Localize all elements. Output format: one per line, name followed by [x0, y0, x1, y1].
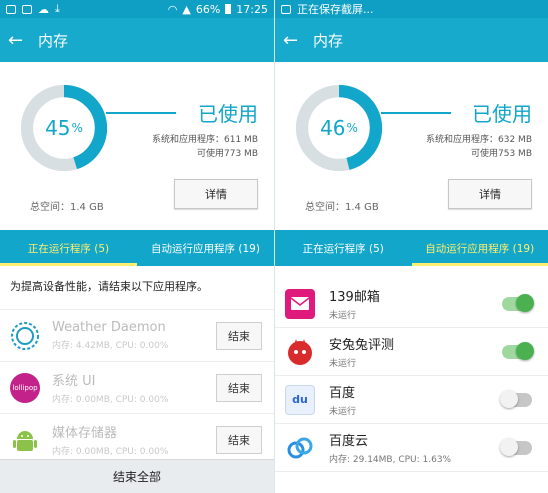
system-memory-text: 系统和应用程序：632 MB — [426, 135, 532, 145]
wifi-icon: ◠ — [167, 2, 178, 16]
back-arrow-icon[interactable]: ← — [8, 30, 30, 51]
autostart-toggle[interactable] — [502, 293, 534, 312]
list-item: Weather Daemon 内存: 4.42MB, CPU: 0.00% 结束 — [0, 310, 274, 362]
app-usage: 内存: 4.42MB, CPU: 0.00% — [52, 341, 169, 351]
app-bar: ← 内存 — [275, 18, 548, 62]
details-button[interactable]: 详情 — [174, 179, 258, 209]
download-icon: ⤓ — [55, 2, 60, 15]
toggle-knob — [500, 437, 518, 456]
autostart-toggle[interactable] — [502, 341, 534, 360]
autostart-list: 139邮箱 未运行 安兔兔评测 未运行 du 百度 未运行 百度云 内存: 29… — [275, 266, 548, 472]
used-label: 已使用 — [198, 102, 258, 126]
gallery-icon — [6, 4, 16, 14]
memory-summary: 45% 已使用 系统和应用程序：611 MB 可使用773 MB 总空间：1.4… — [0, 62, 274, 230]
used-percent-value: 45 — [45, 116, 71, 140]
list-item: lollipop 系统 UI 内存: 0.00MB, CPU: 0.00% 结束 — [0, 362, 274, 414]
autostart-toggle[interactable] — [500, 389, 532, 408]
system-memory-text: 系统和应用程序：611 MB — [152, 135, 258, 145]
end-all-button[interactable]: 结束全部 — [0, 459, 274, 493]
total-space-text: 总空间：1.4 GB — [305, 202, 379, 213]
android-icon — [8, 423, 42, 457]
used-percent-value: 46 — [320, 116, 346, 140]
end-button[interactable]: 结束 — [216, 373, 262, 402]
memory-screen-autostart: 正在保存截屏... ← 内存 46% 已使用 系统和应用程序：632 MB 可使… — [274, 0, 548, 493]
details-button[interactable]: 详情 — [448, 179, 532, 209]
app-name: 139邮箱 — [329, 290, 380, 305]
baidu-icon: du — [285, 384, 315, 415]
app-usage: 内存: 0.00MB, CPU: 0.00% — [52, 395, 169, 405]
list-item: 百度云 内存: 29.14MB, CPU: 1.63% — [275, 424, 548, 472]
mail-139-icon — [285, 288, 315, 319]
available-memory-text: 可使用753 MB — [471, 149, 532, 159]
end-button[interactable]: 结束 — [216, 321, 262, 350]
memory-screen-running: ☁ ⤓ ◠ ▲ 66% 17:25 ← 内存 45% 已使用 系统和应用程序：6… — [0, 0, 274, 493]
page-title: 内存 — [38, 31, 69, 50]
available-memory-text: 可使用773 MB — [197, 149, 258, 159]
hint-text: 为提高设备性能，请结束以下应用程序。 — [0, 266, 274, 310]
lollipop-badge: lollipop — [10, 372, 40, 403]
used-percent: 46% — [295, 84, 383, 172]
app-name: 百度 — [329, 386, 356, 401]
memory-tabs: 正在运行程序 (5) 自动运行应用程序 (19) — [0, 230, 274, 266]
app-status: 未运行 — [329, 359, 357, 369]
tab-autostart[interactable]: 自动运行应用程序 (19) — [411, 230, 548, 266]
used-connector-line — [106, 112, 176, 114]
status-text: 正在保存截屏... — [297, 3, 374, 16]
app-name: Weather Daemon — [52, 320, 166, 335]
app-usage: 内存: 0.00MB, CPU: 0.00% — [52, 447, 169, 457]
app-status: 未运行 — [329, 311, 357, 321]
memory-summary: 46% 已使用 系统和应用程序：632 MB 可使用753 MB 总空间：1.4… — [275, 62, 548, 230]
weather-daemon-icon — [8, 319, 42, 353]
lollipop-icon: lollipop — [8, 371, 42, 405]
status-bar: 正在保存截屏... — [275, 0, 548, 18]
clock: 17:25 — [236, 2, 268, 16]
image-icon — [22, 4, 32, 14]
screenshot-icon — [281, 4, 291, 14]
baidu-cloud-icon — [285, 433, 315, 463]
total-space-text: 总空间：1.4 GB — [30, 202, 104, 213]
list-item: du 百度 未运行 — [275, 376, 548, 424]
list-item: 139邮箱 未运行 — [275, 280, 548, 328]
tab-running[interactable]: 正在运行程序 (5) — [275, 230, 412, 266]
back-arrow-icon[interactable]: ← — [283, 30, 305, 51]
memory-tabs: 正在运行程序 (5) 自动运行应用程序 (19) — [275, 230, 548, 266]
app-name: 百度云 — [329, 434, 369, 449]
used-connector-line — [381, 112, 451, 114]
app-status: 内存: 29.14MB, CPU: 1.63% — [329, 455, 452, 465]
app-bar: ← 内存 — [0, 18, 274, 62]
percent-sign: % — [346, 121, 358, 135]
end-button[interactable]: 结束 — [216, 425, 262, 454]
percent-sign: % — [71, 121, 83, 135]
toggle-knob — [500, 389, 518, 408]
battery-percent: 66% — [195, 2, 221, 16]
status-bar: ☁ ⤓ ◠ ▲ 66% 17:25 — [0, 0, 274, 18]
battery-icon — [225, 4, 232, 14]
antutu-icon — [285, 337, 315, 367]
app-status: 未运行 — [329, 407, 357, 417]
app-name: 系统 UI — [52, 374, 96, 389]
tab-running[interactable]: 正在运行程序 (5) — [0, 230, 137, 266]
app-name: 安兔兔评测 — [329, 338, 395, 353]
used-percent: 45% — [20, 84, 108, 172]
page-title: 内存 — [313, 31, 344, 50]
signal-icon: ▲ — [182, 2, 191, 16]
autostart-toggle[interactable] — [500, 437, 532, 456]
baidu-logo-text: du — [285, 384, 315, 415]
used-label: 已使用 — [472, 102, 532, 126]
toggle-knob — [516, 293, 534, 312]
tab-autostart[interactable]: 自动运行应用程序 (19) — [137, 230, 274, 266]
toggle-knob — [516, 341, 534, 360]
list-item: 安兔兔评测 未运行 — [275, 328, 548, 376]
app-name: 媒体存储器 — [52, 426, 118, 441]
cloud-icon: ☁ — [38, 2, 49, 16]
